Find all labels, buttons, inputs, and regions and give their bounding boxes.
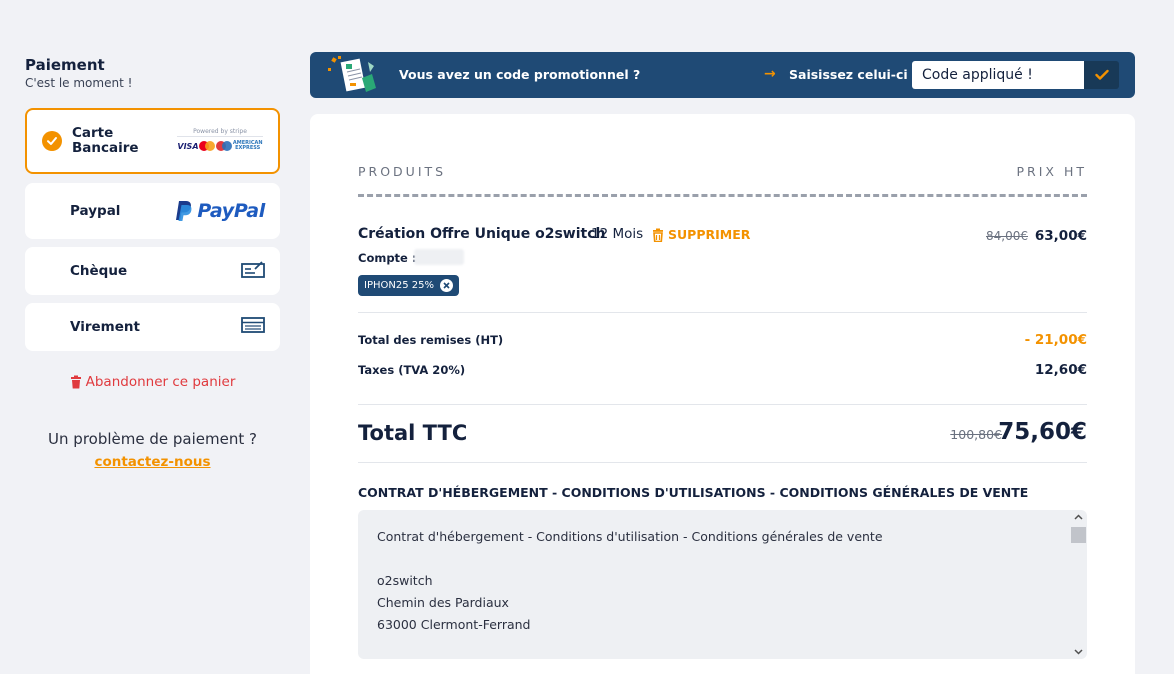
- taxes-value: 12,60€: [1034, 362, 1087, 378]
- scrollbar-thumb[interactable]: [1071, 527, 1086, 543]
- header-divider: [358, 194, 1087, 197]
- contract-text: Contrat d'hébergement - Conditions d'uti…: [377, 526, 883, 636]
- delete-product-button[interactable]: SUPPRIMER: [652, 227, 750, 242]
- payment-method-card[interactable]: Carte Bancaire Powered by stripe VISA AM…: [25, 108, 280, 174]
- trash-icon: [653, 228, 663, 242]
- maestro-logo: [216, 141, 233, 151]
- payment-method-label: Paypal: [70, 202, 121, 219]
- delete-label: SUPPRIMER: [668, 227, 751, 242]
- payment-subtitle: C'est le moment !: [25, 76, 133, 90]
- stripe-card-logos: Powered by stripe VISA AMERICAN EXPRESS: [177, 128, 263, 154]
- total-old-price: 100,80€: [950, 427, 1002, 442]
- cheque-icon: [241, 260, 265, 282]
- product-duration: 12 Mois: [591, 226, 644, 242]
- coupon-label: IPHON25 25%: [364, 280, 434, 291]
- divider: [358, 404, 1087, 405]
- promo-question: Vous avez un code promotionnel ?: [399, 67, 641, 82]
- contact-link[interactable]: contactez-nous: [25, 454, 280, 470]
- contract-textarea[interactable]: Contrat d'hébergement - Conditions d'uti…: [358, 510, 1087, 659]
- product-name: Création Offre Unique o2switch: [358, 226, 606, 242]
- account-value-blurred: [414, 249, 464, 265]
- contract-scrollbar[interactable]: [1070, 510, 1087, 659]
- remove-coupon-icon[interactable]: [439, 279, 453, 292]
- total-label: Total TTC: [358, 421, 468, 445]
- paypal-icon: [176, 201, 192, 221]
- products-column-header: PRODUITS: [358, 164, 447, 179]
- account-label: Compte :: [358, 251, 417, 265]
- total-value: 75,60€: [998, 419, 1087, 445]
- contract-line: 63000 Clermont-Ferrand: [377, 617, 531, 632]
- promo-code-input[interactable]: [912, 61, 1084, 89]
- payment-method-paypal[interactable]: Paypal PayPal: [25, 183, 280, 239]
- card-label-line1: Carte: [72, 125, 114, 141]
- discounts-label: Total des remises (HT): [358, 333, 504, 347]
- abandon-cart-label: Abandonner ce panier: [85, 374, 236, 390]
- divider: [358, 462, 1087, 463]
- promo-apply-button[interactable]: [1084, 61, 1119, 89]
- check-icon: [42, 131, 62, 151]
- bank-transfer-icon: [241, 317, 265, 337]
- contract-line: Chemin des Pardiaux: [377, 595, 509, 610]
- payment-method-label: Chèque: [70, 262, 128, 279]
- stripe-powered-text: Powered by stripe: [177, 128, 263, 137]
- payment-method-label: Virement: [70, 318, 140, 335]
- contract-line: Contrat d'hébergement - Conditions d'uti…: [377, 529, 883, 544]
- card-label-line2: Bancaire: [72, 140, 139, 156]
- product-price: 63,00€: [1034, 228, 1087, 244]
- promo-code-bar: Vous avez un code promotionnel ? → Saisi…: [310, 52, 1135, 98]
- divider: [358, 312, 1087, 313]
- product-old-price: 84,00€: [986, 229, 1028, 243]
- visa-logo: VISA: [177, 141, 199, 151]
- trash-icon: [70, 375, 81, 389]
- contract-line: o2switch: [377, 573, 433, 588]
- abandon-cart-link[interactable]: Abandonner ce panier: [25, 374, 280, 390]
- payment-sidebar: Paiement C'est le moment ! Carte Bancair…: [25, 56, 280, 470]
- payment-method-cheque[interactable]: Chèque: [25, 247, 280, 295]
- coupon-tag: IPHON25 25%: [358, 275, 459, 296]
- arrow-right-icon: →: [764, 66, 776, 82]
- discounts-value: - 21,00€: [1024, 332, 1087, 348]
- promo-document-icon: [326, 54, 382, 100]
- scroll-down-icon[interactable]: [1074, 649, 1083, 655]
- mastercard-logo: [199, 141, 216, 151]
- paypal-logo: PayPal: [175, 200, 265, 222]
- taxes-label: Taxes (TVA 20%): [358, 363, 466, 377]
- payment-problem-text: Un problème de paiement ?: [48, 430, 257, 448]
- contract-title: CONTRAT D'HÉBERGEMENT - CONDITIONS D'UTI…: [358, 485, 1029, 500]
- payment-title: Paiement: [25, 56, 105, 74]
- amex-logo: AMERICAN EXPRESS: [232, 140, 263, 151]
- payment-method-label: Carte Bancaire: [72, 126, 139, 156]
- price-column-header: PRIX HT: [1016, 164, 1087, 179]
- scroll-up-icon[interactable]: [1074, 514, 1083, 520]
- payment-method-transfer[interactable]: Virement: [25, 303, 280, 351]
- cart-summary-card: PRODUITS PRIX HT Création Offre Unique o…: [310, 114, 1135, 674]
- promo-enter-label: Saisissez celui-ci: [789, 67, 908, 82]
- check-icon: [1094, 69, 1109, 80]
